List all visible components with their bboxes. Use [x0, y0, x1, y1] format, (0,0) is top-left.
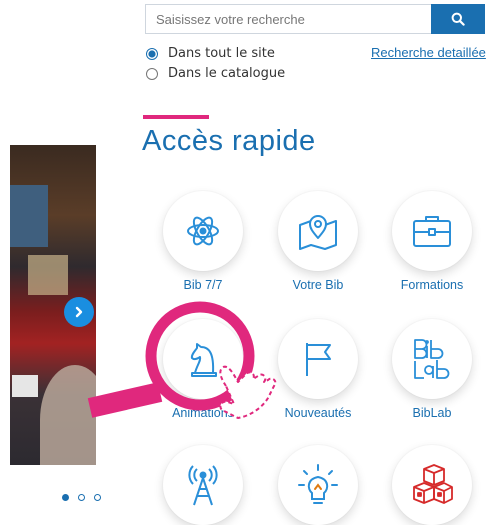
carousel-dots [62, 494, 101, 501]
flag-icon [306, 343, 331, 376]
carousel-photo-detail [28, 255, 68, 295]
biblab-logo-icon [414, 339, 450, 379]
tile-label: Formations [400, 278, 464, 292]
tile-bib-7-7[interactable]: Bib 7/7 [148, 191, 258, 292]
scope-label-site: Dans tout le site [168, 46, 275, 61]
tile-circle [163, 319, 243, 399]
advanced-search-link[interactable]: Recherche detaillée [371, 45, 486, 60]
tile-nouveautes[interactable]: Nouveautés [263, 319, 373, 420]
search-button[interactable] [431, 4, 485, 34]
tile-circle [392, 319, 472, 399]
scope-option-catalogue[interactable]: Dans le catalogue [145, 64, 285, 83]
carousel-photo-detail [12, 375, 38, 397]
scope-radio-catalogue[interactable] [146, 67, 158, 80]
heading-accent-line [143, 115, 209, 119]
search-input[interactable] [145, 4, 431, 34]
tile-circle [392, 191, 472, 271]
tile-label: Votre Bib [292, 278, 344, 292]
carousel-dot-2[interactable] [78, 494, 85, 501]
tile-circle [278, 191, 358, 271]
tile-antenna[interactable] [148, 445, 258, 525]
lightbulb-icon [298, 464, 338, 504]
carousel-edge [0, 145, 10, 465]
tile-label: Bib 7/7 [183, 278, 223, 292]
carousel-dot-1[interactable] [62, 494, 69, 501]
antenna-icon [188, 465, 218, 506]
search-icon [451, 12, 465, 26]
tile-votre-bib[interactable]: Votre Bib [263, 191, 373, 292]
carousel-next-button[interactable] [64, 297, 94, 327]
tile-circle [392, 445, 472, 525]
tile-animations[interactable]: Animations [148, 319, 258, 420]
tile-label: Animations [172, 406, 234, 420]
atom-icon [187, 216, 219, 246]
tile-label: Nouveautés [284, 406, 352, 420]
chess-knight-icon [190, 343, 217, 377]
search-bar [145, 4, 485, 34]
map-pin-icon [299, 215, 337, 250]
tile-circle [163, 191, 243, 271]
tile-lightbulb[interactable] [263, 445, 373, 525]
tile-circle [278, 319, 358, 399]
chevron-right-icon [75, 306, 83, 318]
section-title: Accès rapide [142, 125, 316, 157]
blocks-icon [413, 464, 453, 504]
briefcase-icon [413, 216, 451, 247]
tile-circle [278, 445, 358, 525]
carousel-photo-detail [40, 365, 96, 465]
tile-formations[interactable]: Formations [377, 191, 487, 292]
search-scope: Dans tout le site Dans le catalogue [145, 44, 285, 84]
carousel-dot-3[interactable] [94, 494, 101, 501]
tile-label: BibLab [412, 406, 452, 420]
tile-biblab[interactable]: BibLab [377, 319, 487, 420]
scope-label-catalogue: Dans le catalogue [168, 66, 286, 81]
tile-circle [163, 445, 243, 525]
scope-option-site[interactable]: Dans tout le site [145, 44, 285, 63]
scope-radio-site[interactable] [146, 47, 158, 60]
carousel-photo-detail [10, 185, 48, 247]
tile-blocks[interactable] [377, 445, 487, 525]
